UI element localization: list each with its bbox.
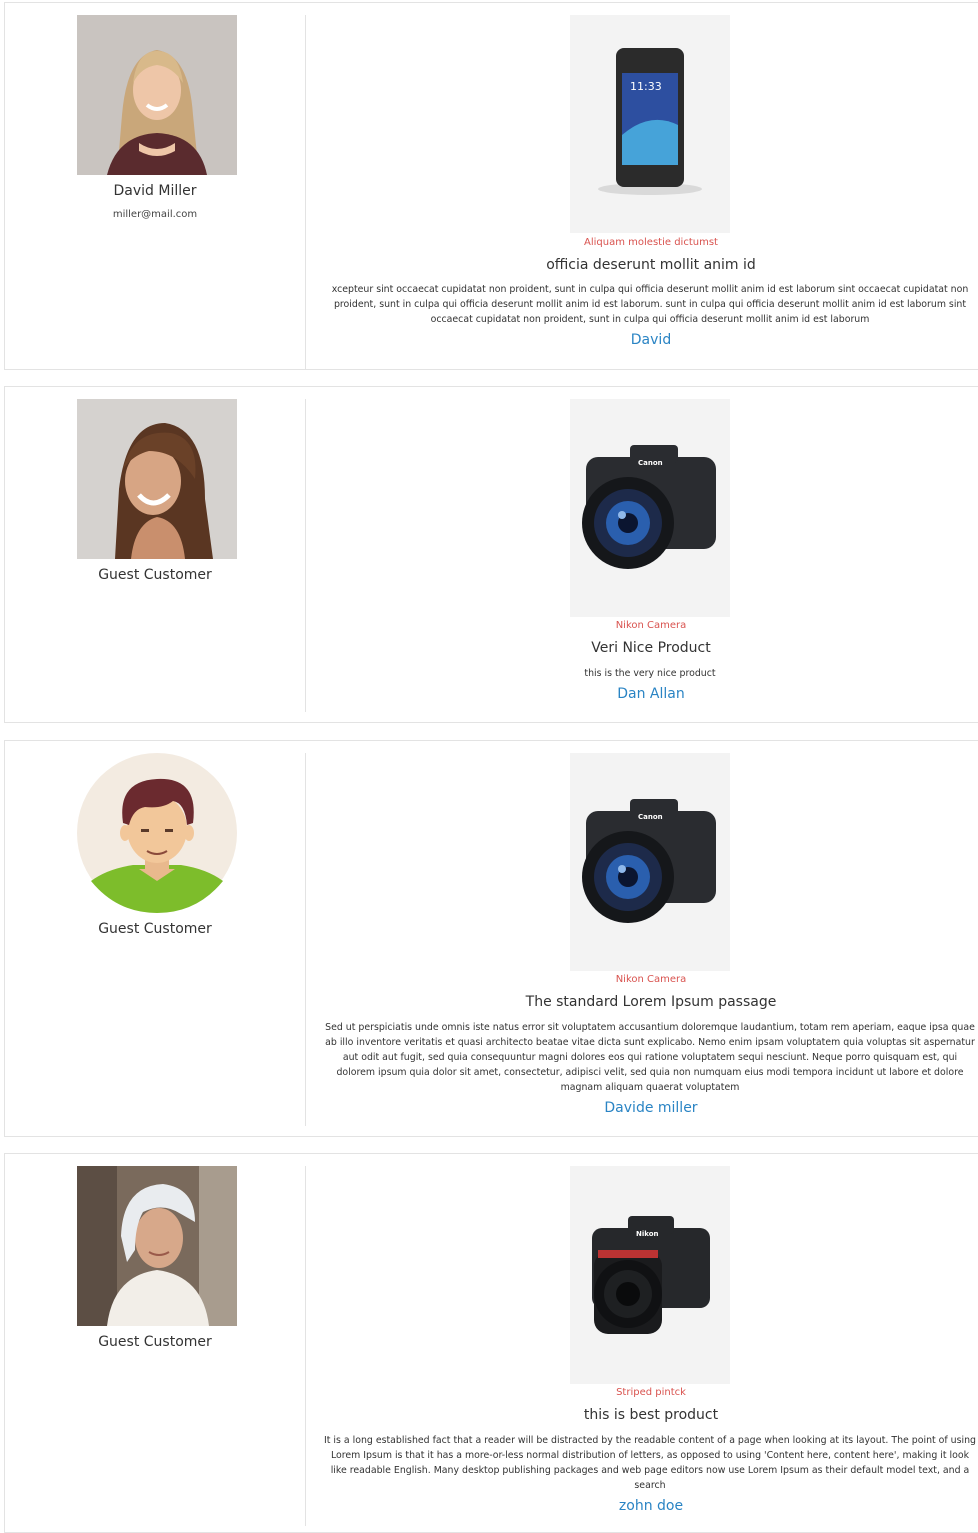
reviewer-name: Guest Customer — [98, 567, 212, 583]
product-image[interactable]: Nikon — [570, 1166, 730, 1384]
product-name[interactable]: Nikon Camera — [306, 974, 978, 985]
product-name[interactable]: Striped pintck — [306, 1387, 978, 1398]
review-text: Sed ut perspiciatis unde omnis iste natu… — [325, 1022, 975, 1093]
reviewer-avatar — [77, 15, 237, 175]
review-author-link[interactable]: Davide miller — [306, 1100, 978, 1116]
review-title: this is best product — [583, 1407, 719, 1423]
reviewer-avatar — [77, 399, 237, 559]
svg-text:Canon: Canon — [638, 459, 663, 467]
product-image[interactable]: Canon — [570, 399, 730, 617]
review-content: Canon Nikon Camera The standard Lorem Ip… — [306, 741, 978, 1138]
review-content: Nikon Striped pintck this is best produc… — [306, 1154, 978, 1529]
review-text: xcepteur sint occaecat cupidatat non pro… — [331, 284, 969, 325]
review-author-link[interactable]: Dan Allan — [306, 686, 978, 702]
reviewer-column: Guest Customer — [5, 399, 306, 712]
svg-text:Canon: Canon — [638, 813, 663, 821]
product-name[interactable]: Aliquam molestie dictumst — [306, 237, 978, 248]
review-item: Guest Customer Canon Nikon Camera Veri N… — [4, 386, 978, 723]
product-name[interactable]: Nikon Camera — [306, 620, 978, 631]
review-text: this is the very nice product — [584, 668, 716, 679]
review-author-link[interactable]: zohn doe — [306, 1498, 978, 1514]
product-image[interactable]: Canon — [570, 753, 730, 971]
review-text: It is a long established fact that a rea… — [324, 1435, 977, 1491]
reviewer-avatar — [77, 753, 237, 913]
review-author-link[interactable]: David — [306, 332, 978, 348]
review-item: Guest Customer Canon Nikon Camera The st… — [4, 740, 978, 1137]
review-title: officia deserunt mollit anim id — [546, 257, 756, 273]
review-content: 11:33 Aliquam molestie dictumst officia … — [306, 3, 978, 371]
review-item: Guest Customer Nikon Striped pintck this… — [4, 1153, 978, 1533]
svg-text:11:33: 11:33 — [630, 80, 662, 93]
review-title: The standard Lorem Ipsum passage — [525, 994, 777, 1010]
reviewer-name: Guest Customer — [98, 921, 212, 937]
review-item: David Miller miller@mail.com 11:33 Aliqu… — [4, 2, 978, 370]
reviewer-name: Guest Customer — [98, 1334, 212, 1350]
reviewer-email: miller@mail.com — [112, 209, 198, 220]
product-image[interactable]: 11:33 — [570, 15, 730, 233]
reviewer-avatar — [77, 1166, 237, 1326]
reviewer-column: Guest Customer — [5, 753, 306, 1126]
review-content: Canon Nikon Camera Veri Nice Product thi… — [306, 387, 978, 724]
reviewer-column: Guest Customer — [5, 1166, 306, 1526]
svg-text:Nikon: Nikon — [636, 1230, 659, 1238]
reviewer-column: David Miller miller@mail.com — [5, 15, 306, 369]
reviewer-name: David Miller — [113, 183, 197, 199]
review-title: Veri Nice Product — [591, 640, 711, 656]
